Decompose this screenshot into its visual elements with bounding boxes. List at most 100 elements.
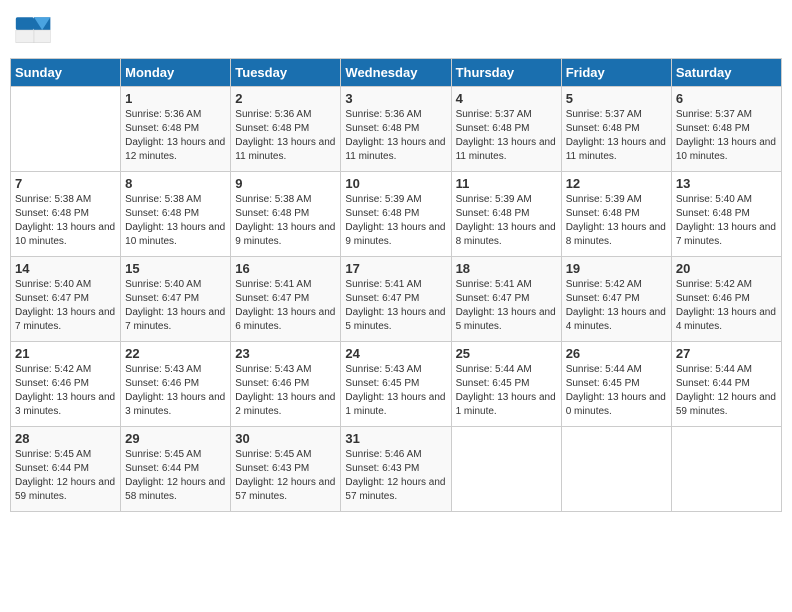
day-info: Sunrise: 5:45 AMSunset: 6:43 PMDaylight:…	[235, 448, 336, 504]
day-info: Sunrise: 5:36 AMSunset: 6:48 PMDaylight:…	[125, 108, 226, 164]
weekday-header-saturday: Saturday	[671, 59, 781, 87]
day-cell-26: 26 Sunrise: 5:44 AMSunset: 6:45 PMDayligh…	[561, 342, 671, 427]
weekday-header-sunday: Sunday	[11, 59, 121, 87]
day-cell-18: 18 Sunrise: 5:41 AMSunset: 6:47 PMDayligh…	[451, 257, 561, 342]
day-info: Sunrise: 5:38 AMSunset: 6:48 PMDaylight:…	[15, 193, 116, 249]
day-cell-29: 29Sunrise: 5:45 AMSunset: 6:44 PMDayligh…	[121, 427, 231, 512]
day-cell-30: 30 Sunrise: 5:45 AMSunset: 6:43 PMDayligh…	[231, 427, 341, 512]
day-info: Sunrise: 5:38 AMSunset: 6:48 PMDaylight:…	[235, 193, 336, 249]
day-cell-12: 12 Sunrise: 5:39 AMSunset: 6:48 PMDayligh…	[561, 172, 671, 257]
day-cell-22: 22 Sunrise: 5:43 AMSunset: 6:46 PMDayligh…	[121, 342, 231, 427]
day-info: Sunrise: 5:42 AMSunset: 6:46 PMDaylight:…	[15, 363, 116, 419]
day-cell-20: 20Sunrise: 5:42 AMSunset: 6:46 PMDayligh…	[671, 257, 781, 342]
empty-cell	[561, 427, 671, 512]
weekday-header-friday: Friday	[561, 59, 671, 87]
day-number: 25	[456, 346, 557, 361]
weekday-header-wednesday: Wednesday	[341, 59, 451, 87]
empty-cell	[11, 87, 121, 172]
day-number: 1	[125, 91, 226, 106]
day-info: Sunrise: 5:41 AMSunset: 6:47 PMDaylight:…	[345, 278, 446, 334]
day-number: 4	[456, 91, 557, 106]
day-info: Sunrise: 5:38 AMSunset: 6:48 PMDaylight:…	[125, 193, 226, 249]
day-number: 30	[235, 431, 336, 446]
day-cell-27: 27 Sunrise: 5:44 AMSunset: 6:44 PMDayligh…	[671, 342, 781, 427]
day-number: 12	[566, 176, 667, 191]
day-cell-19: 19 Sunrise: 5:42 AMSunset: 6:47 PMDayligh…	[561, 257, 671, 342]
day-cell-8: 8 Sunrise: 5:38 AMSunset: 6:48 PMDaylight…	[121, 172, 231, 257]
day-info: Sunrise: 5:45 AMSunset: 6:44 PMDaylight:…	[15, 448, 116, 504]
day-info: Sunrise: 5:40 AMSunset: 6:47 PMDaylight:…	[15, 278, 116, 334]
day-number: 20	[676, 261, 777, 276]
day-number: 10	[345, 176, 446, 191]
week-row-5: 28 Sunrise: 5:45 AMSunset: 6:44 PMDayligh…	[11, 427, 782, 512]
week-row-4: 21Sunrise: 5:42 AMSunset: 6:46 PMDayligh…	[11, 342, 782, 427]
calendar-table: SundayMondayTuesdayWednesdayThursdayFrid…	[10, 58, 782, 512]
day-cell-21: 21Sunrise: 5:42 AMSunset: 6:46 PMDayligh…	[11, 342, 121, 427]
day-cell-9: 9Sunrise: 5:38 AMSunset: 6:48 PMDaylight…	[231, 172, 341, 257]
day-cell-1: 1 Sunrise: 5:36 AMSunset: 6:48 PMDaylight…	[121, 87, 231, 172]
empty-cell	[451, 427, 561, 512]
weekday-header-thursday: Thursday	[451, 59, 561, 87]
day-info: Sunrise: 5:43 AMSunset: 6:46 PMDaylight:…	[125, 363, 226, 419]
day-info: Sunrise: 5:46 AMSunset: 6:43 PMDaylight:…	[345, 448, 446, 504]
day-cell-25: 25 Sunrise: 5:44 AMSunset: 6:45 PMDayligh…	[451, 342, 561, 427]
day-info: Sunrise: 5:44 AMSunset: 6:44 PMDaylight:…	[676, 363, 777, 419]
week-row-2: 7Sunrise: 5:38 AMSunset: 6:48 PMDaylight…	[11, 172, 782, 257]
day-cell-23: 23Sunrise: 5:43 AMSunset: 6:46 PMDayligh…	[231, 342, 341, 427]
day-cell-15: 15 Sunrise: 5:40 AMSunset: 6:47 PMDayligh…	[121, 257, 231, 342]
day-number: 22	[125, 346, 226, 361]
day-cell-10: 10 Sunrise: 5:39 AMSunset: 6:48 PMDayligh…	[341, 172, 451, 257]
day-info: Sunrise: 5:37 AMSunset: 6:48 PMDaylight:…	[566, 108, 667, 164]
day-number: 5	[566, 91, 667, 106]
day-info: Sunrise: 5:41 AMSunset: 6:47 PMDaylight:…	[456, 278, 557, 334]
day-number: 6	[676, 91, 777, 106]
day-info: Sunrise: 5:39 AMSunset: 6:48 PMDaylight:…	[345, 193, 446, 249]
day-cell-24: 24 Sunrise: 5:43 AMSunset: 6:45 PMDayligh…	[341, 342, 451, 427]
day-number: 28	[15, 431, 116, 446]
day-cell-17: 17 Sunrise: 5:41 AMSunset: 6:47 PMDayligh…	[341, 257, 451, 342]
day-number: 11	[456, 176, 557, 191]
day-info: Sunrise: 5:44 AMSunset: 6:45 PMDaylight:…	[566, 363, 667, 419]
day-info: Sunrise: 5:40 AMSunset: 6:48 PMDaylight:…	[676, 193, 777, 249]
day-info: Sunrise: 5:37 AMSunset: 6:48 PMDaylight:…	[456, 108, 557, 164]
day-info: Sunrise: 5:39 AMSunset: 6:48 PMDaylight:…	[456, 193, 557, 249]
weekday-header-monday: Monday	[121, 59, 231, 87]
day-cell-16: 16 Sunrise: 5:41 AMSunset: 6:47 PMDayligh…	[231, 257, 341, 342]
day-cell-2: 2Sunrise: 5:36 AMSunset: 6:48 PMDaylight…	[231, 87, 341, 172]
day-number: 17	[345, 261, 446, 276]
day-number: 27	[676, 346, 777, 361]
weekday-header-tuesday: Tuesday	[231, 59, 341, 87]
day-number: 2	[235, 91, 336, 106]
day-cell-7: 7Sunrise: 5:38 AMSunset: 6:48 PMDaylight…	[11, 172, 121, 257]
week-row-1: 1 Sunrise: 5:36 AMSunset: 6:48 PMDaylight…	[11, 87, 782, 172]
day-cell-11: 11 Sunrise: 5:39 AMSunset: 6:48 PMDayligh…	[451, 172, 561, 257]
day-number: 18	[456, 261, 557, 276]
day-info: Sunrise: 5:36 AMSunset: 6:48 PMDaylight:…	[345, 108, 446, 164]
day-cell-6: 6Sunrise: 5:37 AMSunset: 6:48 PMDaylight…	[671, 87, 781, 172]
day-info: Sunrise: 5:44 AMSunset: 6:45 PMDaylight:…	[456, 363, 557, 419]
day-number: 3	[345, 91, 446, 106]
day-info: Sunrise: 5:39 AMSunset: 6:48 PMDaylight:…	[566, 193, 667, 249]
day-cell-4: 4 Sunrise: 5:37 AMSunset: 6:48 PMDaylight…	[451, 87, 561, 172]
day-info: Sunrise: 5:43 AMSunset: 6:46 PMDaylight:…	[235, 363, 336, 419]
day-number: 26	[566, 346, 667, 361]
day-cell-31: 31 Sunrise: 5:46 AMSunset: 6:43 PMDayligh…	[341, 427, 451, 512]
day-cell-5: 5 Sunrise: 5:37 AMSunset: 6:48 PMDaylight…	[561, 87, 671, 172]
day-number: 31	[345, 431, 446, 446]
day-info: Sunrise: 5:41 AMSunset: 6:47 PMDaylight:…	[235, 278, 336, 334]
day-number: 19	[566, 261, 667, 276]
empty-cell	[671, 427, 781, 512]
week-row-3: 14Sunrise: 5:40 AMSunset: 6:47 PMDayligh…	[11, 257, 782, 342]
day-number: 8	[125, 176, 226, 191]
day-cell-14: 14Sunrise: 5:40 AMSunset: 6:47 PMDayligh…	[11, 257, 121, 342]
day-number: 24	[345, 346, 446, 361]
day-cell-3: 3 Sunrise: 5:36 AMSunset: 6:48 PMDaylight…	[341, 87, 451, 172]
day-info: Sunrise: 5:40 AMSunset: 6:47 PMDaylight:…	[125, 278, 226, 334]
day-number: 13	[676, 176, 777, 191]
day-cell-28: 28 Sunrise: 5:45 AMSunset: 6:44 PMDayligh…	[11, 427, 121, 512]
day-info: Sunrise: 5:42 AMSunset: 6:47 PMDaylight:…	[566, 278, 667, 334]
day-number: 16	[235, 261, 336, 276]
day-number: 15	[125, 261, 226, 276]
logo	[14, 10, 58, 50]
day-info: Sunrise: 5:43 AMSunset: 6:45 PMDaylight:…	[345, 363, 446, 419]
